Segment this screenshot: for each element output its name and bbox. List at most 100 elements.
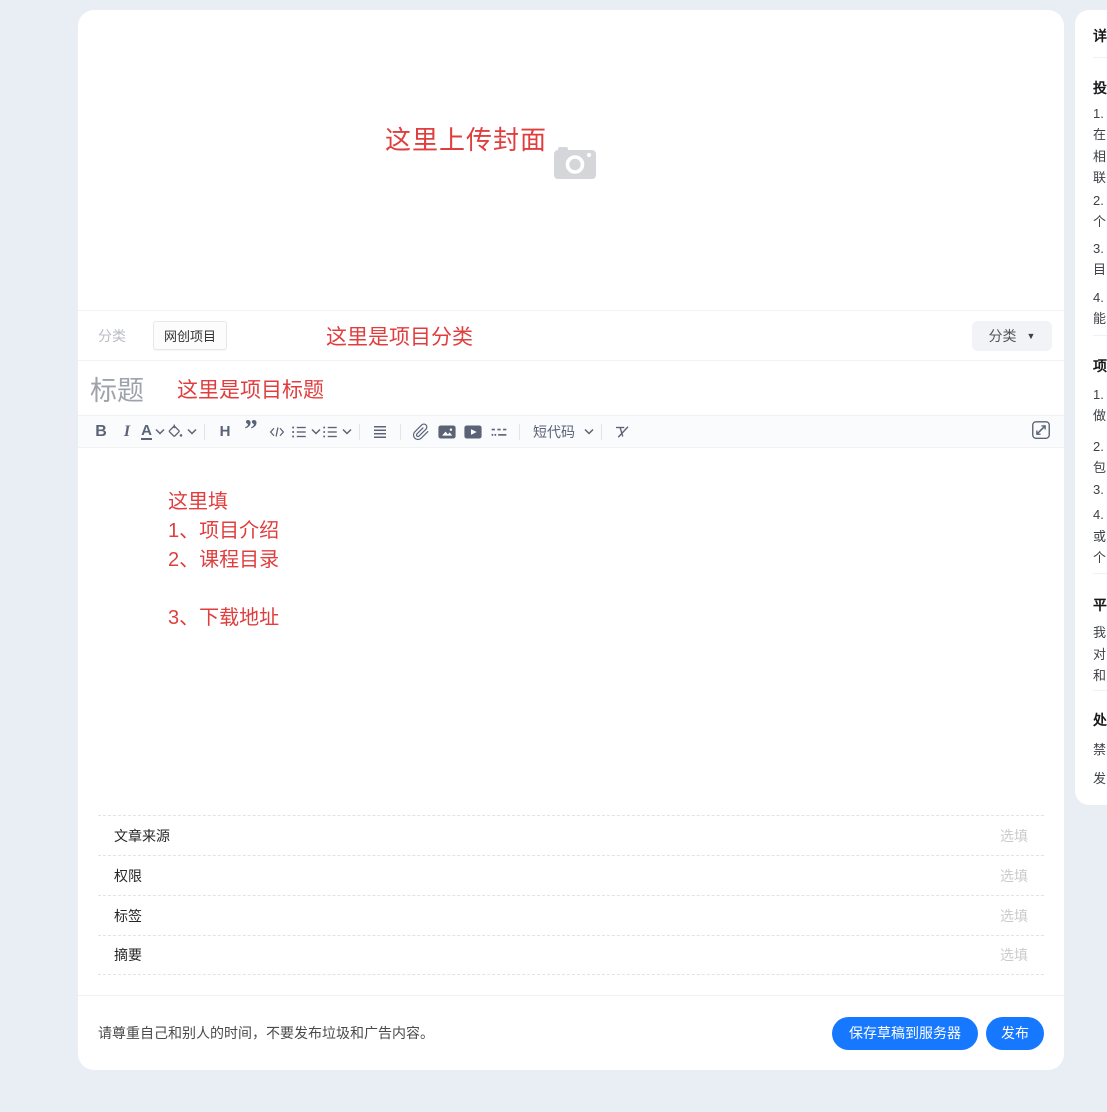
heading-icon: H	[220, 423, 231, 440]
save-draft-button[interactable]: 保存草稿到服务器	[832, 1017, 978, 1050]
chevron-down-icon	[311, 428, 321, 435]
field-optional-hint: 选填	[1000, 906, 1028, 926]
toolbar-separator	[400, 424, 401, 440]
field-permission[interactable]: 权限 选填	[98, 855, 1044, 895]
field-source[interactable]: 文章来源 选填	[98, 815, 1044, 855]
toolbar-separator	[359, 424, 360, 440]
guidelines-text-line: 4.	[1093, 289, 1104, 306]
quote-icon: ”	[244, 425, 258, 439]
category-hint: 这里是项目分类	[326, 321, 473, 351]
title-input[interactable]: 标题 这里是项目标题	[78, 362, 1064, 415]
meta-fields: 文章来源 选填 权限 选填 标签 选填 摘要 选填	[98, 815, 1044, 975]
editor-line: 2、课程目录	[168, 546, 279, 575]
guidelines-text-line: 或	[1093, 528, 1106, 545]
image-icon	[437, 423, 457, 441]
field-summary[interactable]: 摘要 选填	[98, 935, 1044, 975]
editor-line	[168, 575, 279, 604]
paperclip-icon	[412, 423, 430, 441]
guidelines-panel: 详投1.在相联2.个3.目4.能项1.做2.包3.4.或个平我对和处禁发	[1075, 10, 1107, 805]
guidelines-text-line: 对	[1093, 646, 1106, 663]
highlight-color-button[interactable]	[166, 419, 197, 445]
publish-button[interactable]: 发布	[986, 1017, 1044, 1050]
editor-line: 这里填	[168, 488, 279, 517]
footer-notice: 请尊重自己和别人的时间，不要发布垃圾和广告内容。	[98, 1023, 434, 1043]
chevron-down-icon	[584, 428, 594, 435]
guidelines-text-line: 禁	[1093, 741, 1106, 758]
guidelines-text-line: 投	[1093, 80, 1107, 97]
panel-divider	[1093, 57, 1107, 58]
field-optional-hint: 选填	[1000, 866, 1028, 886]
unordered-list-icon	[321, 423, 339, 441]
editor-content-area[interactable]: 这里填 1、项目介绍 2、课程目录 3、下载地址	[78, 449, 1064, 815]
ordered-list-button[interactable]	[290, 419, 321, 445]
field-optional-hint: 选填	[1000, 945, 1028, 965]
guidelines-text-line: 联	[1093, 169, 1106, 186]
chevron-down-icon	[155, 428, 165, 435]
video-icon	[463, 423, 483, 441]
chevron-down-icon	[187, 428, 197, 435]
guidelines-text-line: 2.	[1093, 192, 1104, 209]
guidelines-text-line: 详	[1093, 28, 1107, 45]
link-button[interactable]	[408, 419, 434, 445]
guidelines-text-line: 在	[1093, 126, 1106, 143]
code-button[interactable]	[264, 419, 290, 445]
italic-button[interactable]: I	[114, 419, 140, 445]
guidelines-text-line: 1.	[1093, 105, 1104, 122]
insert-image-button[interactable]	[434, 419, 460, 445]
toolbar-separator	[519, 424, 520, 440]
shortcode-button[interactable]: 短代码	[527, 419, 594, 445]
category-chip[interactable]: 网创项目	[153, 321, 227, 350]
font-color-button[interactable]: A	[140, 419, 166, 445]
field-label: 权限	[114, 866, 142, 886]
guidelines-text-line: 2.	[1093, 438, 1104, 455]
editor-toolbar: B I A H ”	[78, 415, 1064, 448]
align-justify-icon	[371, 423, 389, 441]
align-button[interactable]	[367, 419, 393, 445]
category-row: 分类 网创项目 这里是项目分类 分类 ▼	[78, 311, 1064, 361]
italic-icon: I	[124, 423, 130, 441]
unordered-list-button[interactable]	[321, 419, 352, 445]
toolbar-separator	[204, 424, 205, 440]
guidelines-text-line: 处	[1093, 712, 1107, 729]
guidelines-text-line: 和	[1093, 667, 1106, 684]
caret-down-icon: ▼	[1027, 331, 1036, 341]
panel-divider	[1093, 335, 1107, 336]
guidelines-text-line: 个	[1093, 549, 1106, 566]
field-optional-hint: 选填	[1000, 826, 1028, 846]
title-placeholder: 标题	[90, 369, 144, 408]
editor-card: 这里上传封面 分类 网创项目 这里是项目分类 分类 ▼ 标题 这里是项目标题 B…	[78, 10, 1064, 1070]
guidelines-text-line: 1.	[1093, 386, 1104, 403]
guidelines-text-line: 平	[1093, 597, 1107, 614]
category-dropdown[interactable]: 分类 ▼	[972, 321, 1052, 351]
cover-upload-hint: 这里上传封面	[385, 120, 547, 157]
fullscreen-button[interactable]	[1030, 419, 1052, 441]
guidelines-text-line: 4.	[1093, 506, 1104, 523]
code-icon	[268, 423, 286, 441]
guidelines-text-line: 个	[1093, 213, 1106, 230]
clear-format-icon	[613, 423, 631, 441]
editor-line: 1、项目介绍	[168, 517, 279, 546]
guidelines-text-line: 目	[1093, 261, 1106, 278]
guidelines-text-line: 包	[1093, 459, 1106, 476]
clear-format-button[interactable]	[609, 419, 635, 445]
field-tags[interactable]: 标签 选填	[98, 895, 1044, 935]
bold-button[interactable]: B	[88, 419, 114, 445]
insert-video-button[interactable]	[460, 419, 486, 445]
category-dropdown-label: 分类	[989, 326, 1017, 346]
panel-divider	[1093, 573, 1107, 574]
insert-divider-button[interactable]	[486, 419, 512, 445]
field-label: 文章来源	[114, 826, 170, 846]
cover-upload-area[interactable]: 这里上传封面	[78, 10, 1064, 311]
more-divider-icon	[489, 423, 509, 441]
guidelines-text-line: 项	[1093, 358, 1107, 375]
footer-bar: 请尊重自己和别人的时间，不要发布垃圾和广告内容。 保存草稿到服务器 发布	[78, 995, 1064, 1070]
ordered-list-icon	[290, 423, 308, 441]
field-label: 标签	[114, 906, 142, 926]
guidelines-text-line: 我	[1093, 624, 1106, 641]
heading-button[interactable]: H	[212, 419, 238, 445]
guidelines-text-line: 做	[1093, 407, 1106, 424]
guidelines-text-line: 3.	[1093, 240, 1104, 257]
category-label: 分类	[98, 326, 126, 346]
guidelines-text-line: 相	[1093, 148, 1106, 165]
blockquote-button[interactable]: ”	[238, 419, 264, 445]
